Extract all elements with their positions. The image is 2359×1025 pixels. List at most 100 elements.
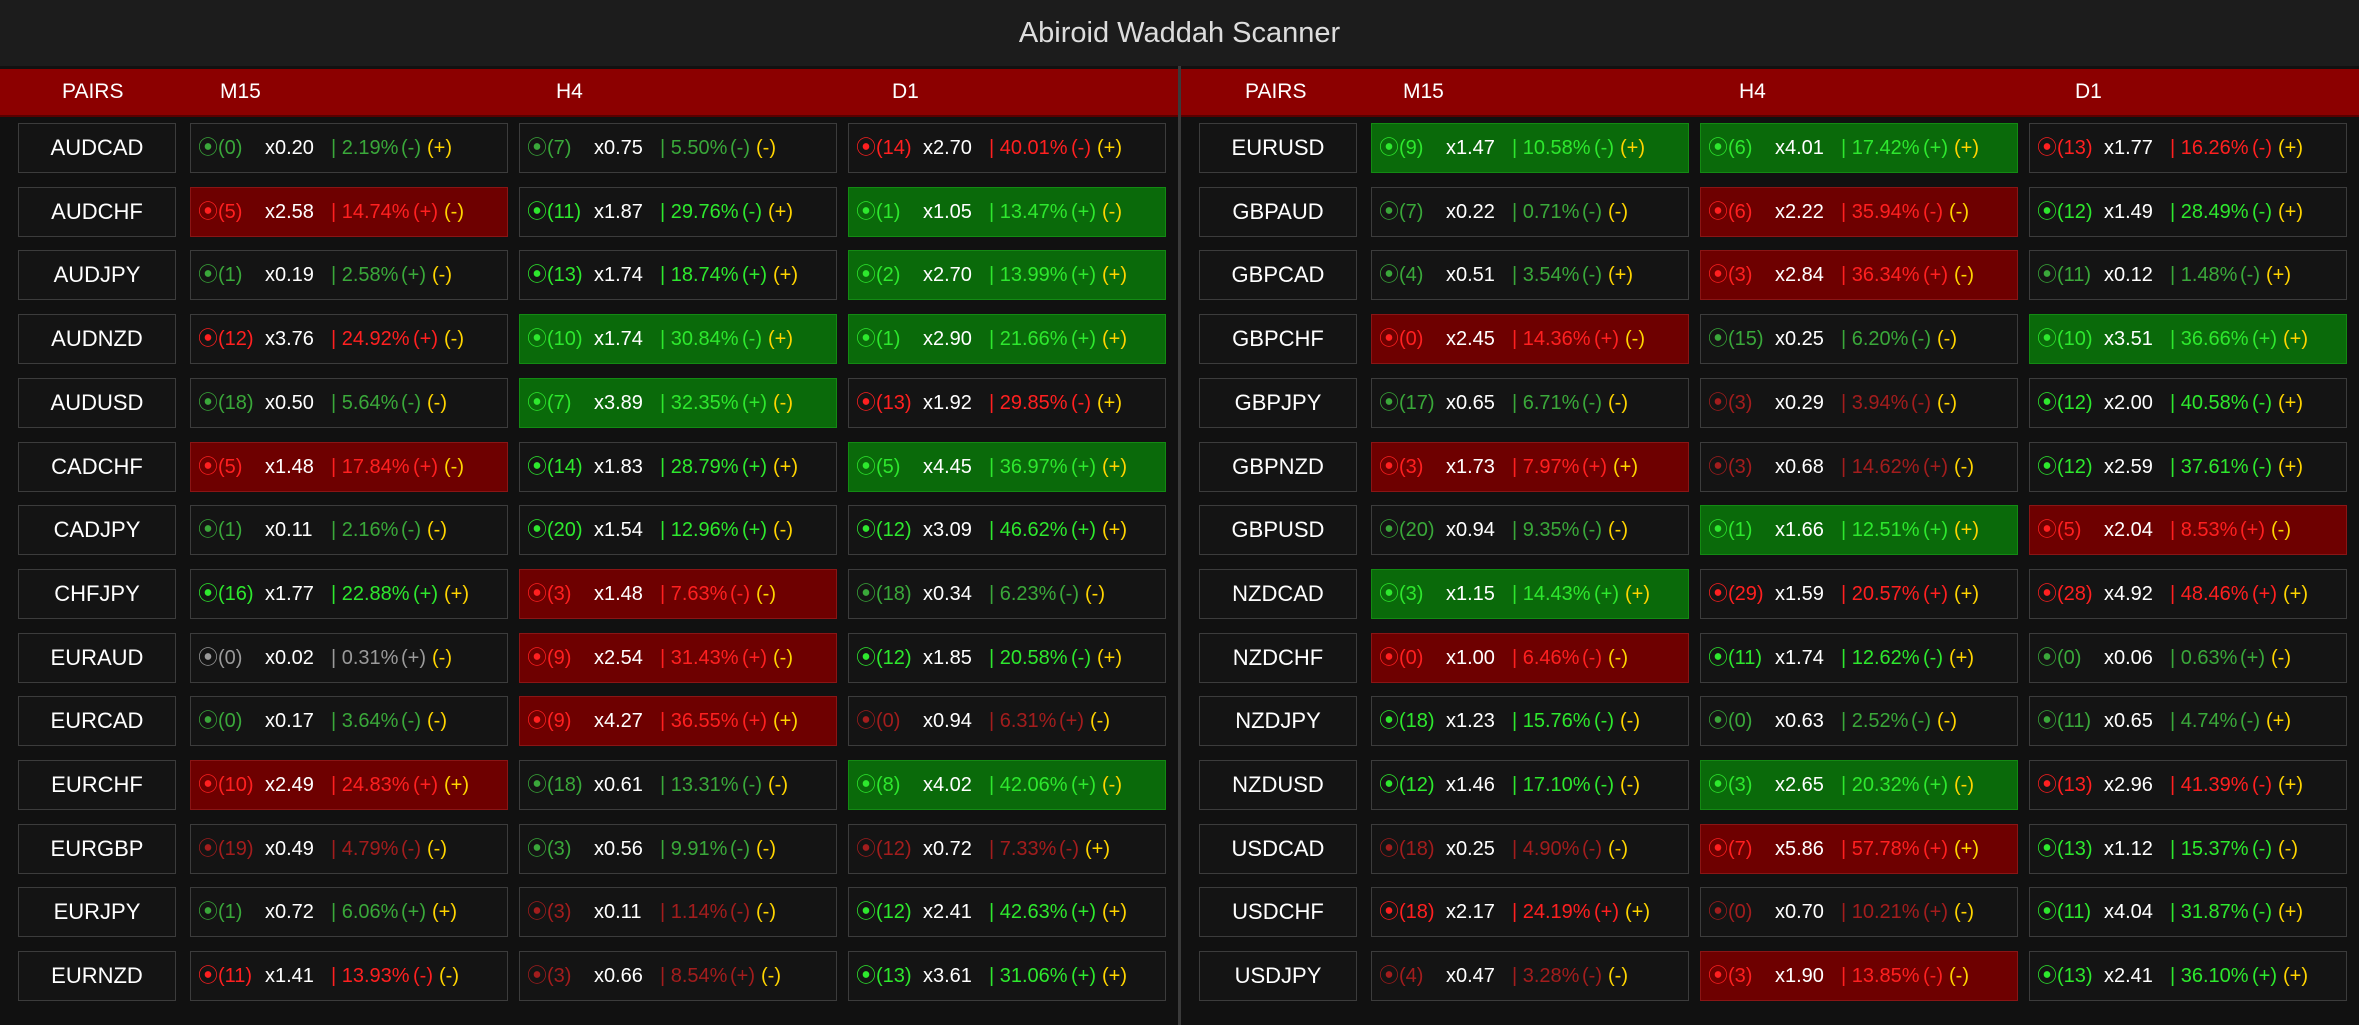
signal-cell-m15[interactable]: ⦿(0) x2.45 | 14.36% (+) (-) bbox=[1371, 314, 1689, 365]
pair-name-cell[interactable]: EURNZD bbox=[18, 951, 176, 1002]
pair-name-cell[interactable]: CHFJPY bbox=[18, 568, 176, 619]
signal-cell-d1[interactable]: ⦿(13) x2.41 | 36.10% (+) (+) bbox=[2029, 951, 2347, 1002]
pair-name-cell[interactable]: NZDJPY bbox=[1199, 696, 1357, 747]
signal-cell-h4[interactable]: ⦿(1) x1.66 | 12.51% (+) (+) bbox=[1700, 505, 2018, 556]
signal-cell-h4[interactable]: ⦿(9) x2.54 | 31.43% (+) (-) bbox=[519, 632, 837, 683]
signal-cell-d1[interactable]: ⦿(18) x0.34 | 6.23% (-) (-) bbox=[848, 568, 1166, 619]
pair-name-cell[interactable]: GBPNZD bbox=[1199, 441, 1357, 492]
pair-name-cell[interactable]: GBPAUD bbox=[1199, 186, 1357, 237]
signal-cell-m15[interactable]: ⦿(16) x1.77 | 22.88% (+) (+) bbox=[190, 568, 508, 619]
pair-name-cell[interactable]: EURGBP bbox=[18, 823, 176, 874]
signal-cell-h4[interactable]: ⦿(3) x0.56 | 9.91% (-) (-) bbox=[519, 823, 837, 874]
signal-cell-h4[interactable]: ⦿(3) x0.11 | 1.14% (-) (-) bbox=[519, 887, 837, 938]
signal-cell-d1[interactable]: ⦿(0) x0.94 | 6.31% (+) (-) bbox=[848, 696, 1166, 747]
signal-cell-m15[interactable]: ⦿(0) x0.17 | 3.64% (-) (-) bbox=[190, 696, 508, 747]
signal-cell-d1[interactable]: ⦿(10) x3.51 | 36.66% (+) (+) bbox=[2029, 314, 2347, 365]
pair-name-cell[interactable]: AUDUSD bbox=[18, 377, 176, 428]
signal-cell-m15[interactable]: ⦿(12) x3.76 | 24.92% (+) (-) bbox=[190, 314, 508, 365]
signal-cell-m15[interactable]: ⦿(1) x0.72 | 6.06% (+) (+) bbox=[190, 887, 508, 938]
signal-cell-h4[interactable]: ⦿(11) x1.87 | 29.76% (-) (+) bbox=[519, 186, 837, 237]
signal-cell-m15[interactable]: ⦿(9) x1.47 | 10.58% (-) (+) bbox=[1371, 123, 1689, 173]
signal-cell-m15[interactable]: ⦿(17) x0.65 | 6.71% (-) (-) bbox=[1371, 377, 1689, 428]
pair-name-cell[interactable]: GBPCAD bbox=[1199, 250, 1357, 301]
signal-cell-m15[interactable]: ⦿(10) x2.49 | 24.83% (+) (+) bbox=[190, 760, 508, 810]
signal-cell-d1[interactable]: ⦿(1) x1.05 | 13.47% (+) (-) bbox=[848, 186, 1166, 237]
pair-name-cell[interactable]: AUDNZD bbox=[18, 314, 176, 365]
pair-name-cell[interactable]: CADJPY bbox=[18, 505, 176, 556]
signal-cell-m15[interactable]: ⦿(5) x1.48 | 17.84% (+) (-) bbox=[190, 441, 508, 492]
signal-cell-h4[interactable]: ⦿(13) x1.74 | 18.74% (+) (+) bbox=[519, 250, 837, 301]
signal-cell-m15[interactable]: ⦿(18) x0.50 | 5.64% (-) (-) bbox=[190, 377, 508, 428]
pair-name-cell[interactable]: USDCAD bbox=[1199, 823, 1357, 874]
pair-name-cell[interactable]: EURUSD bbox=[1199, 123, 1357, 173]
signal-cell-d1[interactable]: ⦿(12) x1.85 | 20.58% (-) (+) bbox=[848, 632, 1166, 683]
signal-cell-m15[interactable]: ⦿(4) x0.47 | 3.28% (-) (-) bbox=[1371, 951, 1689, 1002]
pair-name-cell[interactable]: EURCHF bbox=[18, 760, 176, 810]
signal-cell-h4[interactable]: ⦿(3) x0.29 | 3.94% (-) (-) bbox=[1700, 377, 2018, 428]
signal-cell-h4[interactable]: ⦿(6) x2.22 | 35.94% (-) (-) bbox=[1700, 186, 2018, 237]
signal-cell-d1[interactable]: ⦿(13) x2.96 | 41.39% (-) (+) bbox=[2029, 760, 2347, 810]
signal-cell-h4[interactable]: ⦿(7) x5.86 | 57.78% (+) (+) bbox=[1700, 823, 2018, 874]
signal-cell-m15[interactable]: ⦿(5) x2.58 | 14.74% (+) (-) bbox=[190, 186, 508, 237]
signal-cell-m15[interactable]: ⦿(0) x0.20 | 2.19% (-) (+) bbox=[190, 123, 508, 173]
signal-cell-h4[interactable]: ⦿(3) x1.90 | 13.85% (-) (-) bbox=[1700, 951, 2018, 1002]
signal-cell-h4[interactable]: ⦿(7) x0.75 | 5.50% (-) (-) bbox=[519, 123, 837, 173]
signal-cell-m15[interactable]: ⦿(18) x1.23 | 15.76% (-) (-) bbox=[1371, 696, 1689, 747]
pair-name-cell[interactable]: CADCHF bbox=[18, 441, 176, 492]
signal-cell-h4[interactable]: ⦿(3) x2.65 | 20.32% (+) (-) bbox=[1700, 760, 2018, 810]
signal-cell-h4[interactable]: ⦿(0) x0.63 | 2.52% (-) (-) bbox=[1700, 696, 2018, 747]
signal-cell-d1[interactable]: ⦿(13) x1.92 | 29.85% (-) (+) bbox=[848, 377, 1166, 428]
pair-name-cell[interactable]: USDCHF bbox=[1199, 887, 1357, 938]
pair-name-cell[interactable]: EURJPY bbox=[18, 887, 176, 938]
signal-cell-m15[interactable]: ⦿(19) x0.49 | 4.79% (-) (-) bbox=[190, 823, 508, 874]
pair-name-cell[interactable]: GBPJPY bbox=[1199, 377, 1357, 428]
signal-cell-d1[interactable]: ⦿(12) x2.59 | 37.61% (-) (+) bbox=[2029, 441, 2347, 492]
signal-cell-d1[interactable]: ⦿(2) x2.70 | 13.99% (+) (+) bbox=[848, 250, 1166, 301]
signal-cell-m15[interactable]: ⦿(1) x0.19 | 2.58% (+) (-) bbox=[190, 250, 508, 301]
signal-cell-h4[interactable]: ⦿(20) x1.54 | 12.96% (+) (-) bbox=[519, 505, 837, 556]
signal-cell-d1[interactable]: ⦿(12) x0.72 | 7.33% (-) (+) bbox=[848, 823, 1166, 874]
signal-cell-h4[interactable]: ⦿(0) x0.70 | 10.21% (+) (-) bbox=[1700, 887, 2018, 938]
signal-cell-h4[interactable]: ⦿(3) x2.84 | 36.34% (+) (-) bbox=[1700, 250, 2018, 301]
signal-cell-d1[interactable]: ⦿(13) x1.12 | 15.37% (-) (-) bbox=[2029, 823, 2347, 874]
pair-name-cell[interactable]: AUDJPY bbox=[18, 250, 176, 301]
signal-cell-h4[interactable]: ⦿(9) x4.27 | 36.55% (+) (+) bbox=[519, 696, 837, 747]
signal-cell-m15[interactable]: ⦿(18) x2.17 | 24.19% (+) (+) bbox=[1371, 887, 1689, 938]
signal-cell-d1[interactable]: ⦿(11) x0.65 | 4.74% (-) (+) bbox=[2029, 696, 2347, 747]
signal-cell-m15[interactable]: ⦿(3) x1.73 | 7.97% (+) (+) bbox=[1371, 441, 1689, 492]
signal-cell-m15[interactable]: ⦿(4) x0.51 | 3.54% (-) (+) bbox=[1371, 250, 1689, 301]
signal-cell-d1[interactable]: ⦿(12) x2.00 | 40.58% (-) (+) bbox=[2029, 377, 2347, 428]
signal-cell-h4[interactable]: ⦿(11) x1.74 | 12.62% (-) (+) bbox=[1700, 632, 2018, 683]
signal-cell-h4[interactable]: ⦿(29) x1.59 | 20.57% (+) (+) bbox=[1700, 568, 2018, 619]
signal-cell-d1[interactable]: ⦿(14) x2.70 | 40.01% (-) (+) bbox=[848, 123, 1166, 173]
signal-cell-m15[interactable]: ⦿(20) x0.94 | 9.35% (-) (-) bbox=[1371, 505, 1689, 556]
signal-cell-h4[interactable]: ⦿(6) x4.01 | 17.42% (+) (+) bbox=[1700, 123, 2018, 173]
signal-cell-d1[interactable]: ⦿(1) x2.90 | 21.66% (+) (+) bbox=[848, 314, 1166, 365]
signal-cell-h4[interactable]: ⦿(18) x0.61 | 13.31% (-) (-) bbox=[519, 760, 837, 810]
signal-cell-h4[interactable]: ⦿(15) x0.25 | 6.20% (-) (-) bbox=[1700, 314, 2018, 365]
signal-cell-m15[interactable]: ⦿(0) x1.00 | 6.46% (-) (-) bbox=[1371, 632, 1689, 683]
signal-cell-h4[interactable]: ⦿(10) x1.74 | 30.84% (-) (+) bbox=[519, 314, 837, 365]
signal-cell-m15[interactable]: ⦿(0) x0.02 | 0.31% (+) (-) bbox=[190, 632, 508, 683]
signal-cell-d1[interactable]: ⦿(11) x0.12 | 1.48% (-) (+) bbox=[2029, 250, 2347, 301]
signal-cell-h4[interactable]: ⦿(3) x1.48 | 7.63% (-) (-) bbox=[519, 568, 837, 619]
pair-name-cell[interactable]: USDJPY bbox=[1199, 951, 1357, 1002]
pair-name-cell[interactable]: NZDCAD bbox=[1199, 568, 1357, 619]
signal-cell-d1[interactable]: ⦿(11) x4.04 | 31.87% (-) (+) bbox=[2029, 887, 2347, 938]
pair-name-cell[interactable]: GBPCHF bbox=[1199, 314, 1357, 365]
signal-cell-d1[interactable]: ⦿(28) x4.92 | 48.46% (+) (+) bbox=[2029, 568, 2347, 619]
signal-cell-m15[interactable]: ⦿(11) x1.41 | 13.93% (-) (-) bbox=[190, 951, 508, 1002]
pair-name-cell[interactable]: AUDCHF bbox=[18, 186, 176, 237]
pair-name-cell[interactable]: EURAUD bbox=[18, 632, 176, 683]
pair-name-cell[interactable]: NZDCHF bbox=[1199, 632, 1357, 683]
signal-cell-d1[interactable]: ⦿(5) x4.45 | 36.97% (+) (+) bbox=[848, 441, 1166, 492]
signal-cell-d1[interactable]: ⦿(8) x4.02 | 42.06% (+) (-) bbox=[848, 760, 1166, 810]
signal-cell-d1[interactable]: ⦿(12) x3.09 | 46.62% (+) (+) bbox=[848, 505, 1166, 556]
signal-cell-h4[interactable]: ⦿(3) x0.66 | 8.54% (+) (-) bbox=[519, 951, 837, 1002]
signal-cell-d1[interactable]: ⦿(12) x2.41 | 42.63% (+) (+) bbox=[848, 887, 1166, 938]
signal-cell-m15[interactable]: ⦿(7) x0.22 | 0.71% (-) (-) bbox=[1371, 186, 1689, 237]
signal-cell-m15[interactable]: ⦿(3) x1.15 | 14.43% (+) (+) bbox=[1371, 568, 1689, 619]
pair-name-cell[interactable]: EURCAD bbox=[18, 696, 176, 747]
signal-cell-m15[interactable]: ⦿(18) x0.25 | 4.90% (-) (-) bbox=[1371, 823, 1689, 874]
signal-cell-h4[interactable]: ⦿(14) x1.83 | 28.79% (+) (+) bbox=[519, 441, 837, 492]
